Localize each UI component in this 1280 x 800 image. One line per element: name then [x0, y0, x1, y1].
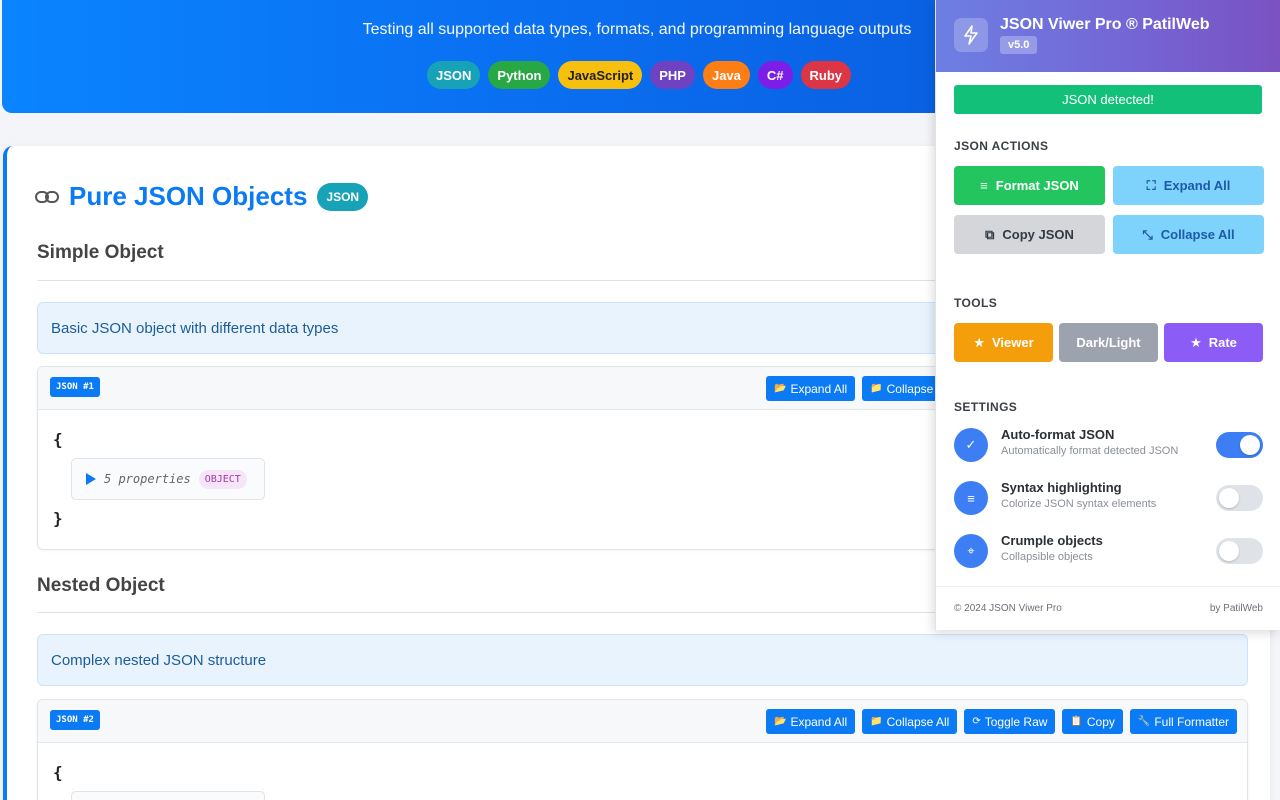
folder-icon: 📁: [870, 716, 883, 727]
copyright-text: © 2024 JSON Viwer Pro: [954, 603, 1062, 614]
link-icon: [35, 190, 59, 203]
collapse-all-button[interactable]: 📁 Collapse All: [862, 709, 958, 734]
open-brace: {: [53, 763, 63, 782]
folder-icon: 📁: [870, 383, 883, 394]
close-brace: }: [53, 509, 63, 528]
lines-icon: ≡: [954, 481, 988, 515]
star-icon: ★: [1190, 334, 1202, 350]
json-tag: JSON #2: [50, 710, 100, 730]
expand-triangle-icon[interactable]: [86, 473, 96, 485]
check-icon: ✓: [954, 428, 988, 462]
json-toolbar: 📂 Expand All 📁 Collapse All: [766, 376, 958, 401]
popup-header: JSON Viwer Pro ® PatilWeb v5.0: [936, 0, 1280, 72]
lang-badge-json[interactable]: JSON: [427, 61, 481, 89]
setting-description: Colorize JSON syntax elements: [1001, 498, 1157, 510]
copy-icon: ⧉: [985, 226, 995, 242]
setting-name: Crumple objects: [1001, 533, 1103, 548]
dark-light-button[interactable]: Dark/Light: [1059, 323, 1158, 362]
json-toolbar: 📂 Expand All 📁 Collapse All ⟳ Toggle Raw 📋 C…: [766, 709, 1238, 734]
setting-description: Automatically format detected JSON: [1001, 445, 1179, 457]
block-heading: Simple Object: [37, 242, 164, 263]
setting-crumple-objects: ⌖ Crumple objects Collapsible objects: [954, 531, 1264, 571]
crosshair-icon: ⌖: [954, 534, 988, 568]
block-heading: Nested Object: [37, 575, 165, 596]
collapse-icon: ⤡: [1142, 226, 1153, 242]
hero-banner: [2, 0, 1002, 113]
refresh-icon: ⟳: [972, 716, 981, 727]
lang-badge-ruby[interactable]: Ruby: [800, 61, 852, 89]
popup-footer: © 2024 JSON Viwer Pro by PatilWeb: [936, 586, 1280, 630]
section-badge: JSON: [317, 182, 369, 211]
type-badge: OBJECT: [198, 469, 247, 489]
json-viewer-box: JSON #2 📂 Expand All 📁 Collapse All ⟳ Toggl…: [37, 699, 1248, 800]
setting-description: Collapsible objects: [1001, 551, 1093, 563]
clipboard-icon: 📋: [1070, 716, 1083, 727]
expand-icon: ⛶: [1146, 177, 1156, 193]
collapse-all-json-button[interactable]: ⤡ Collapse All: [1113, 215, 1264, 254]
auto-format-toggle[interactable]: [1216, 432, 1263, 458]
rate-button[interactable]: ★ Rate: [1164, 323, 1263, 362]
actions-label: JSON ACTIONS: [954, 139, 1049, 153]
setting-name: Auto-format JSON: [1001, 427, 1115, 442]
setting-name: Syntax highlighting: [1001, 480, 1122, 495]
lang-badge-php[interactable]: PHP: [650, 61, 695, 89]
toggle-knob: [1219, 488, 1239, 508]
node-summary: 5 properties: [104, 472, 191, 486]
expand-all-button[interactable]: 📂 Expand All: [766, 376, 856, 401]
copy-button[interactable]: 📋 Copy: [1062, 709, 1123, 734]
settings-label: SETTINGS: [954, 400, 1018, 414]
collapsed-node[interactable]: [71, 791, 265, 800]
folder-open-icon: 📂: [774, 716, 787, 727]
crumple-objects-toggle[interactable]: [1216, 538, 1263, 564]
lines-icon: ≡: [980, 178, 988, 193]
extension-popup: JSON Viwer Pro ® PatilWeb v5.0 JSON dete…: [935, 0, 1280, 630]
wrench-icon: 🔧: [1137, 716, 1151, 727]
bolt-icon: [954, 18, 988, 52]
section-title: Pure JSON Objects: [69, 181, 308, 211]
lang-badge-java[interactable]: Java: [702, 61, 750, 89]
toggle-raw-button[interactable]: ⟳ Toggle Raw: [964, 709, 1056, 734]
syntax-highlighting-toggle[interactable]: [1216, 485, 1263, 511]
lang-badge-csharp[interactable]: C#: [757, 61, 793, 89]
author-link[interactable]: by PatilWeb: [1210, 603, 1263, 614]
toggle-knob: [1240, 435, 1260, 455]
version-badge: v5.0: [1000, 36, 1038, 54]
folder-open-icon: 📂: [774, 383, 787, 394]
star-icon: ★: [973, 334, 985, 350]
block-description: Complex nested JSON structure: [37, 634, 1248, 686]
collapsed-node[interactable]: 5 properties OBJECT: [71, 458, 265, 500]
open-brace: {: [53, 430, 63, 449]
copy-json-button[interactable]: ⧉ Copy JSON: [954, 215, 1105, 254]
section-title-row: Pure JSON Objects JSON: [35, 181, 369, 212]
json-tag: JSON #1: [50, 377, 100, 397]
popup-title: JSON Viwer Pro ® PatilWeb: [1000, 16, 1210, 33]
status-banner: JSON detected!: [954, 85, 1262, 114]
expand-all-button[interactable]: 📂 Expand All: [766, 709, 856, 734]
full-formatter-button[interactable]: 🔧 Full Formatter: [1129, 709, 1238, 734]
json-viewer-header: JSON #2 📂 Expand All 📁 Collapse All ⟳ Toggl…: [38, 700, 1247, 743]
setting-syntax-highlighting: ≡ Syntax highlighting Colorize JSON synt…: [954, 478, 1264, 518]
tools-label: TOOLS: [954, 296, 998, 310]
language-badges: JSON Python JavaScript PHP Java C# Ruby: [427, 61, 852, 89]
expand-all-json-button[interactable]: ⛶ Expand All: [1113, 166, 1264, 205]
lang-badge-python[interactable]: Python: [488, 61, 551, 89]
format-json-button[interactable]: ≡ Format JSON: [954, 166, 1105, 205]
toggle-knob: [1219, 541, 1239, 561]
viewer-button[interactable]: ★ Viewer: [954, 323, 1053, 362]
setting-auto-format: ✓ Auto-format JSON Automatically format …: [954, 425, 1264, 465]
lang-badge-javascript[interactable]: JavaScript: [558, 61, 643, 89]
